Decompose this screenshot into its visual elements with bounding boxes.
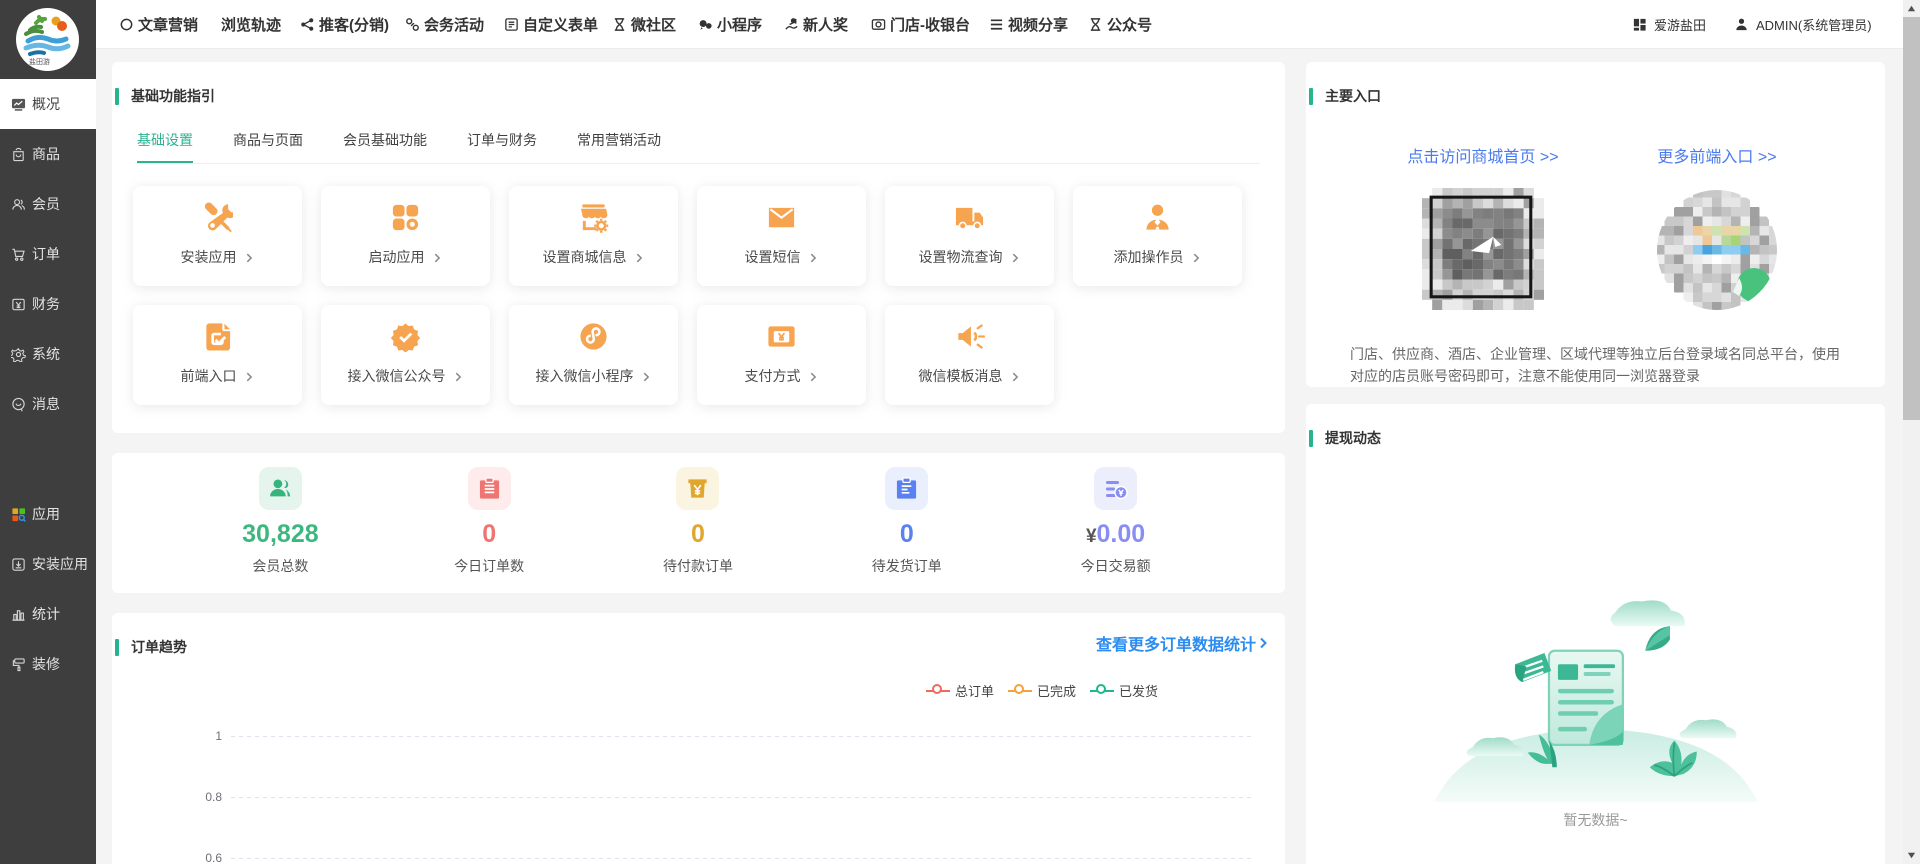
svg-text:盐田游: 盐田游	[29, 57, 50, 66]
